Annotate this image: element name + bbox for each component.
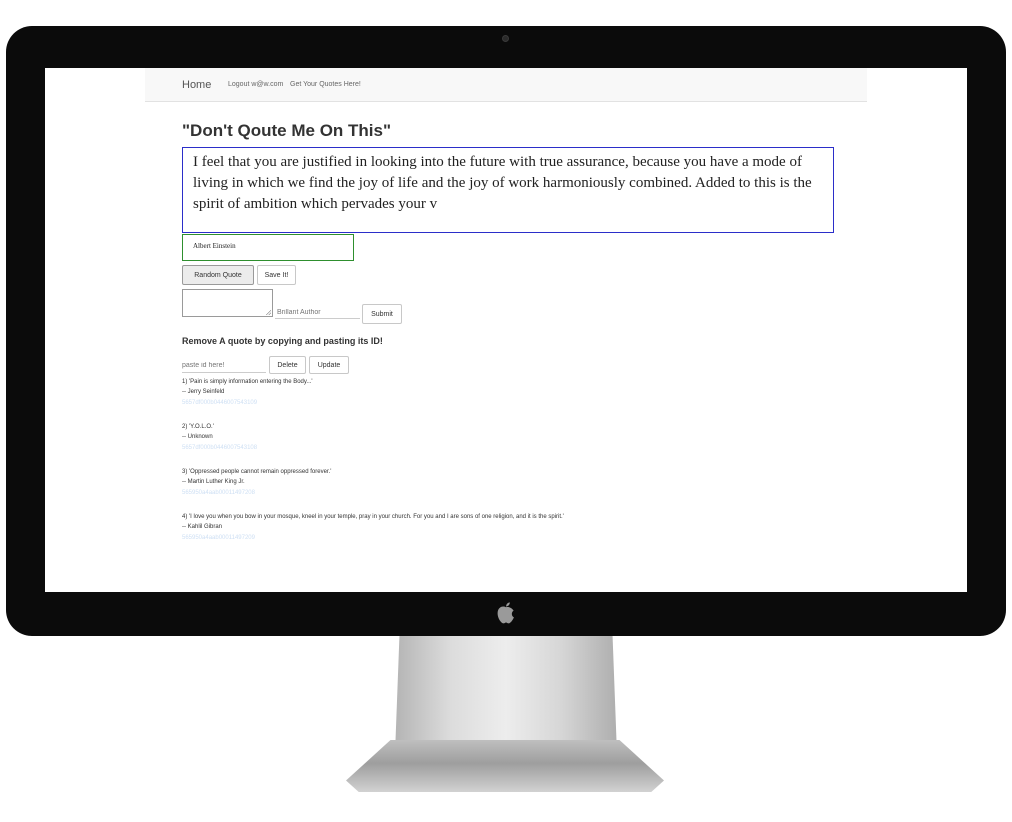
quote-list-item-id[interactable]: 565950a4aab00011497209 [182,535,255,541]
new-quote-textarea[interactable] [182,289,273,317]
quote-list-item-id[interactable]: 5657df000b0446007543109 [182,400,257,406]
quote-list-item-id[interactable]: 565950a4aab00011497208 [182,490,255,496]
submit-button[interactable]: Submit [362,304,402,324]
quote-list-item-author: -- Kahlil Gibran [182,524,223,530]
quote-list-item-author: -- Jerry Seinfeld [182,389,225,395]
quote-id-input[interactable] [182,358,266,373]
remove-quote-heading: Remove A quote by copying and pasting it… [182,336,383,346]
resize-grip-icon[interactable] [266,310,271,315]
author-input[interactable] [275,306,360,319]
quote-author-display: Albert Einstein [182,234,354,261]
monitor-stand-neck [395,636,617,754]
nav-logout-link[interactable]: Logout w@w.com [228,81,283,88]
quote-list-item-text: 4) 'I love you when you bow in your mosq… [182,514,564,520]
quote-list-item: 3) 'Oppressed people cannot remain oppre… [182,469,902,514]
random-quote-button[interactable]: Random Quote [182,265,254,285]
quote-list-item: 2) 'Y.O.L.O.' -- Unknown 5657df000b04460… [182,424,902,469]
quote-list-item: 4) 'I love you when you bow in your mosq… [182,514,902,559]
delete-button[interactable]: Delete [269,356,306,374]
quote-list-item: 1) 'Pain is simply information entering … [182,379,902,424]
camera-icon [502,35,509,42]
screen: Home Logout w@w.com Get Your Quotes Here… [45,68,967,592]
quote-list-item-author: -- Unknown [182,434,213,440]
quote-list-item-author: -- Martin Luther King Jr. [182,479,245,485]
quote-list: 1) 'Pain is simply information entering … [182,379,902,559]
quote-list-item-text: 1) 'Pain is simply information entering … [182,379,313,385]
nav-get-quotes-link[interactable]: Get Your Quotes Here! [290,81,361,88]
apple-logo-icon [497,602,514,624]
update-button[interactable]: Update [309,356,349,374]
monitor-stand-base [346,740,664,792]
quote-list-item-id[interactable]: 5657df000b0446007543108 [182,445,257,451]
quote-display: I feel that you are justified in looking… [182,147,834,233]
quote-list-item-text: 2) 'Y.O.L.O.' [182,424,214,430]
navbar: Home Logout w@w.com Get Your Quotes Here… [145,68,867,102]
quote-list-item-text: 3) 'Oppressed people cannot remain oppre… [182,469,332,475]
page-title: "Don't Qoute Me On This" [182,121,392,140]
save-it-button[interactable]: Save It! [257,265,296,285]
nav-home-link[interactable]: Home [182,79,211,91]
